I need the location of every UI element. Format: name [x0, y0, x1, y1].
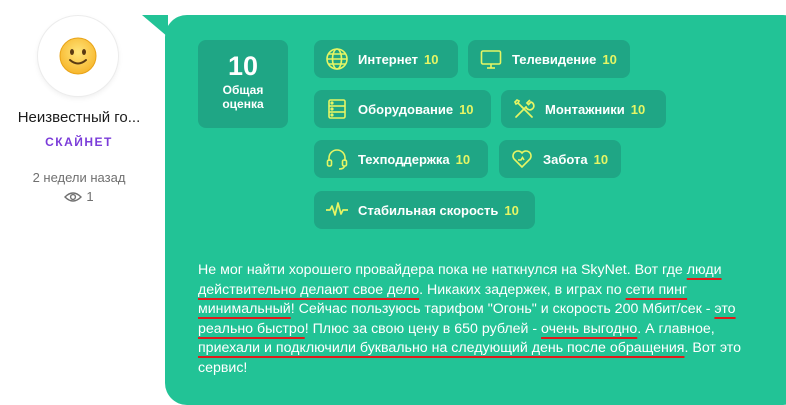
author-panel: Неизвестный го... СКАЙНЕТ 2 недели назад… [0, 0, 158, 393]
rating-equipment: Оборудование 10 [314, 90, 491, 128]
rating-label: Интернет [358, 51, 419, 67]
rating-support: Техподдержка 10 [314, 140, 488, 178]
rating-value: 10 [602, 51, 617, 67]
overall-score: 10 Общая оценка [198, 40, 288, 128]
rating-label: Забота [543, 151, 588, 167]
overall-score-caption-line1: Общая [222, 83, 264, 97]
heart-icon [509, 146, 535, 172]
review-text-part: Не мог найти хорошего провайдера пока не… [198, 262, 687, 278]
headset-icon [324, 146, 350, 172]
rating-label: Телевидение [512, 51, 597, 67]
review-text-part: ! Плюс за свою цену в 650 рублей - [304, 320, 542, 337]
overall-score-value: 10 [227, 51, 259, 81]
view-count: 1 [0, 189, 158, 204]
rating-label: Стабильная скорость [358, 202, 499, 218]
rating-tv: Телевидение 10 [468, 40, 630, 78]
rating-value: 10 [455, 151, 471, 167]
rating-value: 10 [459, 101, 474, 117]
review-highlight: приехали и подключили буквально на следу… [198, 340, 685, 356]
smiley-face-icon [59, 37, 97, 75]
author-name[interactable]: Неизвестный го... [0, 109, 158, 126]
server-icon [324, 96, 350, 122]
review-text-part: . Никаких задержек, в играх по [419, 281, 626, 298]
rating-label: Оборудование [358, 101, 454, 117]
review-highlight: очень выгодно [541, 320, 638, 337]
rating-value: 10 [593, 151, 609, 167]
pulse-icon [324, 197, 350, 223]
rating-care: Забота 10 [499, 140, 621, 178]
rating-label: Техподдержка [358, 151, 450, 167]
rating-internet: Интернет 10 [314, 40, 458, 78]
rating-value: 10 [504, 202, 519, 218]
eye-icon [64, 191, 83, 202]
review-text-part: ! Сейчас пользуюсь тарифом "Огонь" и ско… [290, 301, 715, 317]
tv-icon [478, 46, 504, 72]
rating-stable-speed: Стабильная скорость 10 [314, 191, 535, 229]
review-text-part: . А главное, [637, 320, 715, 337]
review-text: Не мог найти хорошего провайдера пока не… [198, 261, 770, 378]
rating-installers: Монтажники 10 [501, 90, 666, 128]
avatar[interactable] [38, 16, 118, 96]
globe-icon [324, 46, 350, 72]
rating-label: Монтажники [545, 101, 625, 117]
rating-value: 10 [424, 51, 439, 67]
company-link[interactable]: СКАЙНЕТ [0, 135, 158, 149]
review-date: 2 недели назад [32, 170, 126, 185]
rating-value: 10 [630, 101, 646, 117]
tools-icon [511, 96, 537, 122]
view-count-value: 1 [86, 189, 94, 204]
overall-score-caption-line2: оценка [222, 97, 264, 111]
card-notch [142, 15, 168, 37]
